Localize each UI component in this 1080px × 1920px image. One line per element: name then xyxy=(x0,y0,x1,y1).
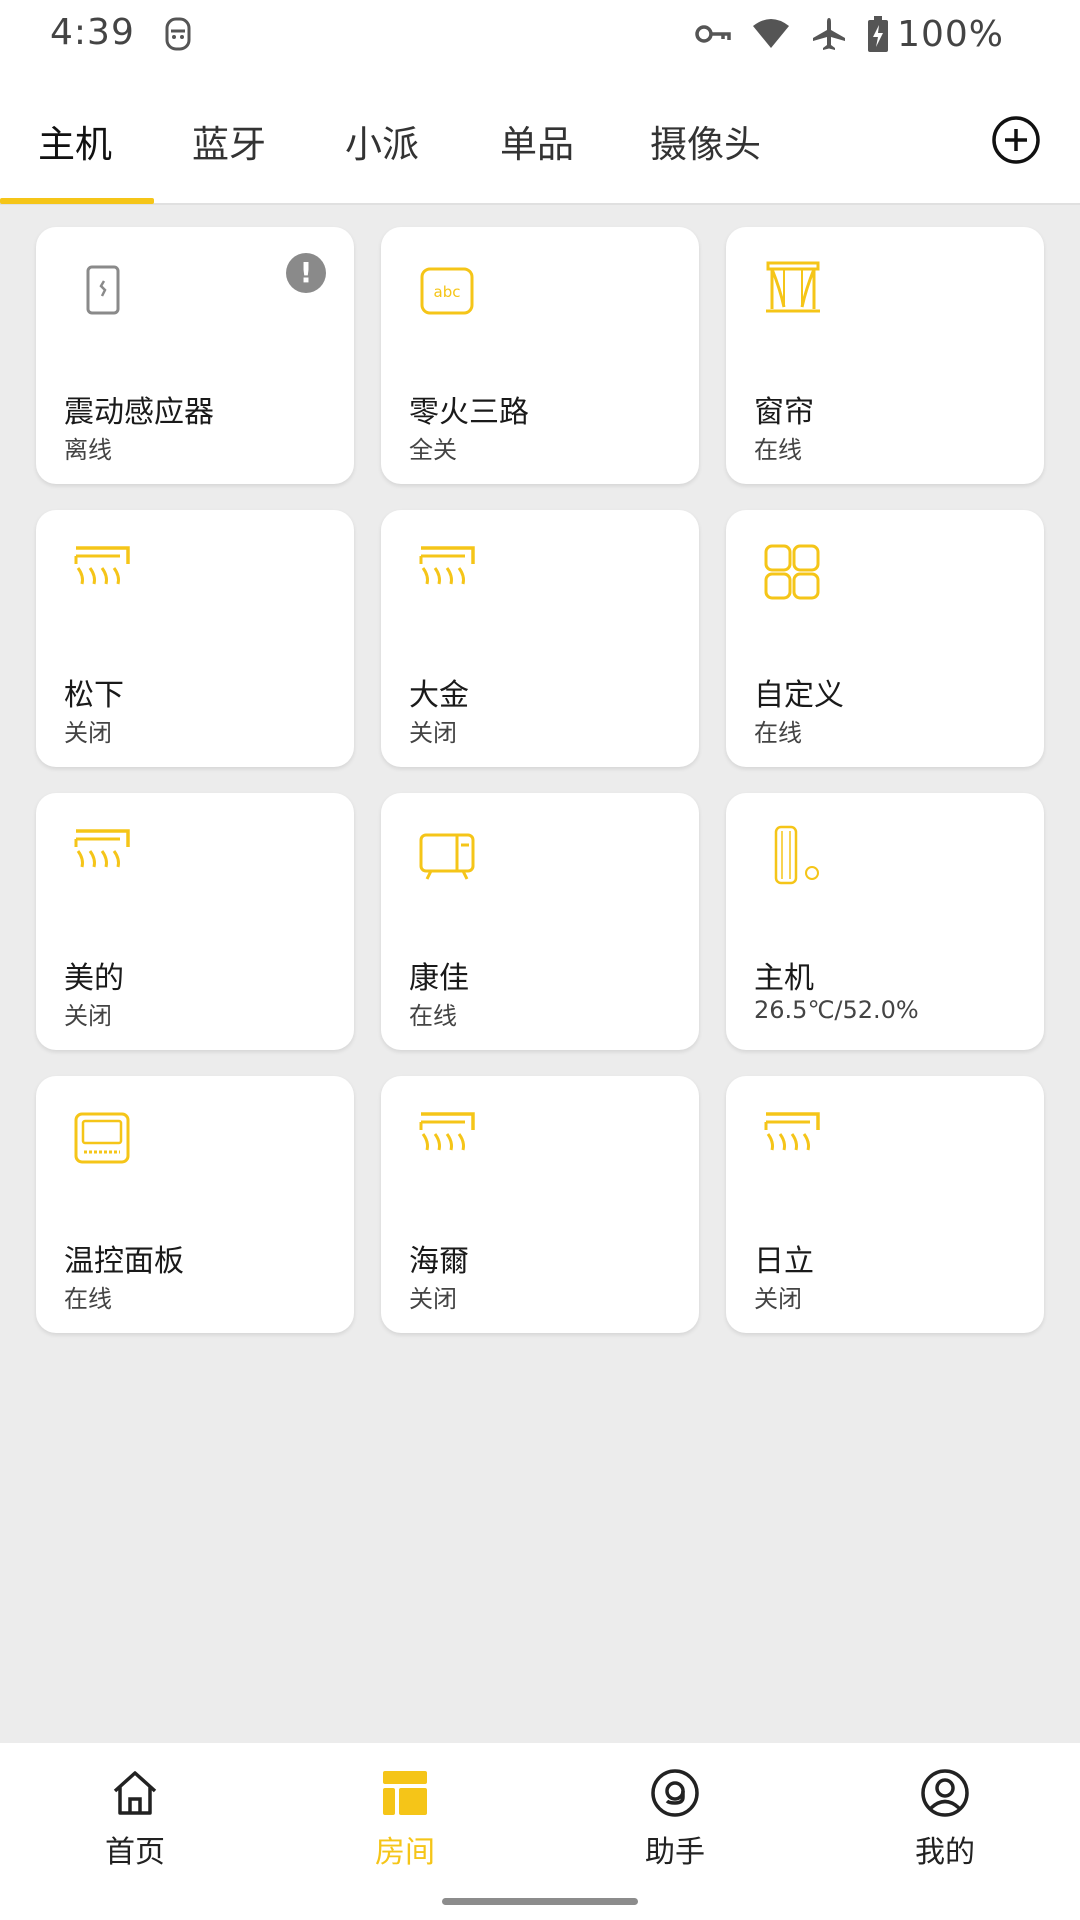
air-conditioner-icon xyxy=(419,1112,475,1151)
nav-label: 助手 xyxy=(645,1835,705,1870)
device-card[interactable]: 日立 关闭 xyxy=(726,1076,1044,1333)
device-name: 松下 xyxy=(64,678,124,713)
bottom-navigation: 首页 房间 助手 我的 xyxy=(0,1743,1080,1920)
device-status: 全关 xyxy=(409,436,457,464)
device-name: 日立 xyxy=(754,1244,814,1279)
device-status: 关闭 xyxy=(754,1285,802,1313)
switch-panel-icon: abc xyxy=(420,267,474,315)
device-name: 大金 xyxy=(409,678,469,713)
custom-grid-icon xyxy=(764,544,820,600)
assistant-icon xyxy=(651,1769,699,1817)
status-icons: 100% xyxy=(675,13,1004,55)
air-conditioner-icon xyxy=(764,1112,820,1151)
device-card[interactable]: 美的 关闭 xyxy=(36,793,354,1050)
device-status: 关闭 xyxy=(409,1285,457,1313)
device-name: 温控面板 xyxy=(64,1244,184,1279)
tab-camera[interactable]: 摄像头 xyxy=(650,114,761,168)
home-indicator[interactable] xyxy=(442,1898,638,1905)
device-card[interactable]: 温控面板 在线 xyxy=(36,1076,354,1333)
status-time: 4:39 xyxy=(50,12,135,53)
tv-icon xyxy=(419,833,475,880)
device-card[interactable]: 自定义 在线 xyxy=(726,510,1044,767)
device-name: 震动感应器 xyxy=(64,395,214,430)
category-tabs: 主机 蓝牙 小派 单品 摄像头 xyxy=(0,70,1080,205)
home-icon xyxy=(113,1771,157,1815)
nav-label: 首页 xyxy=(105,1835,165,1870)
battery-charging-icon xyxy=(868,16,889,52)
device-status: 关闭 xyxy=(64,1002,112,1030)
vpn-key-icon xyxy=(695,25,731,43)
app-notification-icon xyxy=(165,17,191,51)
airplane-icon xyxy=(813,18,846,50)
air-conditioner-icon xyxy=(74,829,130,868)
hub-icon xyxy=(774,825,819,885)
nav-room[interactable]: 房间 xyxy=(315,1767,495,1871)
device-status: 关闭 xyxy=(64,719,112,747)
svg-text:abc: abc xyxy=(434,283,461,301)
nav-label: 我的 xyxy=(915,1835,975,1870)
device-status: 在线 xyxy=(409,1002,457,1030)
air-conditioner-icon xyxy=(419,546,475,585)
device-card[interactable]: ! 震动感应器 离线 xyxy=(36,227,354,484)
tab-hub[interactable]: 主机 xyxy=(38,114,112,168)
nav-assistant[interactable]: 助手 xyxy=(585,1767,765,1871)
vibration-sensor-icon xyxy=(86,265,120,315)
device-name: 零火三路 xyxy=(409,395,529,430)
thermostat-panel-icon xyxy=(74,1112,130,1164)
device-status: 离线 xyxy=(64,436,112,464)
device-name: 康佳 xyxy=(409,961,469,996)
device-status: 在线 xyxy=(754,719,802,747)
device-status: 26.5℃/52.0% xyxy=(754,996,919,1024)
device-card[interactable]: 窗帘 在线 xyxy=(726,227,1044,484)
active-tab-indicator xyxy=(0,198,154,204)
room-icon xyxy=(383,1771,427,1815)
device-name: 海爾 xyxy=(409,1244,469,1279)
tab-single-product[interactable]: 单品 xyxy=(500,114,574,168)
device-grid: ! 震动感应器 离线 abc 零火三路 全关 窗帘 在线 松下 关闭 大金 关闭… xyxy=(36,227,1044,1333)
profile-icon xyxy=(921,1769,969,1817)
nav-label: 房间 xyxy=(375,1835,435,1870)
wifi-icon xyxy=(753,19,790,48)
tab-bluetooth[interactable]: 蓝牙 xyxy=(192,114,266,168)
device-name: 美的 xyxy=(64,961,124,996)
device-card[interactable]: 大金 关闭 xyxy=(381,510,699,767)
device-status: 在线 xyxy=(64,1285,112,1313)
device-status: 在线 xyxy=(754,436,802,464)
device-name: 自定义 xyxy=(754,678,844,713)
tab-xiaopai[interactable]: 小派 xyxy=(345,114,419,168)
device-card[interactable]: abc 零火三路 全关 xyxy=(381,227,699,484)
device-status: 关闭 xyxy=(409,719,457,747)
device-card[interactable]: 康佳 在线 xyxy=(381,793,699,1050)
device-card[interactable]: 主机 26.5℃/52.0% xyxy=(726,793,1044,1050)
status-bar: 4:39 100% xyxy=(0,0,1080,70)
alert-badge: ! xyxy=(286,253,326,293)
battery-percentage: 100% xyxy=(897,13,1004,55)
device-card[interactable]: 松下 关闭 xyxy=(36,510,354,767)
nav-profile[interactable]: 我的 xyxy=(855,1767,1035,1871)
add-device-button[interactable] xyxy=(990,114,1042,166)
air-conditioner-icon xyxy=(74,546,130,585)
device-card[interactable]: 海爾 关闭 xyxy=(381,1076,699,1333)
device-name: 窗帘 xyxy=(754,395,814,430)
nav-home[interactable]: 首页 xyxy=(45,1767,225,1871)
device-name: 主机 xyxy=(754,961,814,996)
curtain-icon xyxy=(766,261,820,313)
